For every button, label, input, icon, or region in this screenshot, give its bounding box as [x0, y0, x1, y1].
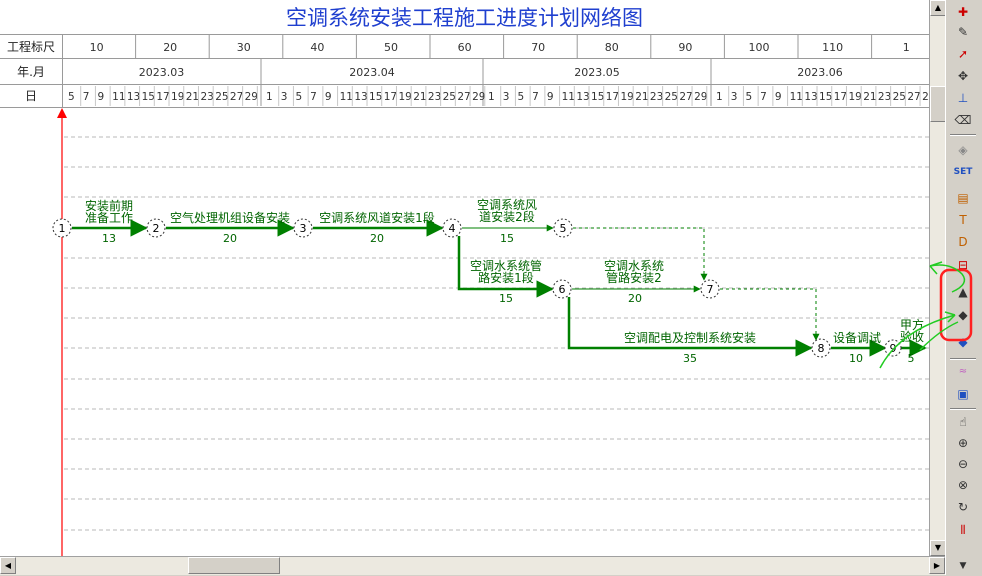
- node-7-label: 7: [707, 283, 714, 296]
- horizontal-scroll-thumb[interactable]: [188, 557, 280, 574]
- set-icon[interactable]: SET: [952, 162, 974, 182]
- date-icon[interactable]: D: [952, 232, 974, 252]
- move-icon[interactable]: ✥: [952, 66, 974, 86]
- network-chart-canvas[interactable]: 空调系统安装工程施工进度计划网络图 工程标尺 年.月 日 10 20 30 40 50 6…: [0, 0, 929, 556]
- refresh-icon[interactable]: ↻: [952, 497, 974, 517]
- activity-6-duration: 20: [628, 292, 642, 305]
- activity-6-name: 空调水系统管路安装2: [604, 259, 664, 285]
- zoom-fit-icon[interactable]: ⊗: [952, 475, 974, 495]
- add-node-icon[interactable]: ✚: [952, 2, 974, 22]
- activity-5-duration: 15: [499, 292, 513, 305]
- node-8-label: 8: [818, 342, 825, 355]
- node-6-label: 6: [559, 283, 566, 296]
- vertical-scrollbar[interactable]: ▲ ▼: [929, 0, 946, 556]
- today-line-arrow: [57, 108, 67, 118]
- zoom-in-icon[interactable]: ⊕: [952, 433, 974, 453]
- clear-icon[interactable]: ◈: [952, 140, 974, 160]
- network-diagram: 1 2 3 4 5 6 7 8 9 安装前期准备工作 空气处理机组设备安装 空调…: [52, 108, 927, 556]
- node-8[interactable]: 8: [811, 338, 831, 358]
- activity-1-duration: 13: [102, 232, 116, 245]
- scroll-right-arrow-icon[interactable]: ▶: [929, 557, 945, 574]
- activity-3-name: 空调系统风道安装1段: [319, 210, 435, 225]
- edit-icon[interactable]: ✎: [952, 22, 974, 42]
- activity-8-name: 设备调试: [833, 330, 881, 345]
- vertical-scroll-thumb[interactable]: [930, 86, 946, 122]
- activity-9-duration: 5: [908, 352, 915, 365]
- link-icon[interactable]: ≈: [952, 362, 974, 382]
- toolbar-separator: [950, 358, 976, 360]
- toolbar-separator: [950, 408, 976, 410]
- node-4-label: 4: [449, 222, 456, 235]
- node-2-label: 2: [153, 222, 160, 235]
- activity-4-duration: 15: [500, 232, 514, 245]
- color-icon[interactable]: ◆: [952, 332, 974, 352]
- text-icon[interactable]: T: [952, 210, 974, 230]
- node-9-label: 9: [890, 342, 897, 355]
- node-6[interactable]: 6: [552, 279, 572, 299]
- node-3[interactable]: 3: [293, 218, 313, 238]
- activity-5-name: 空调水系统管路安装1段: [470, 258, 542, 285]
- activity-2-duration: 20: [223, 232, 237, 245]
- activity-2-name: 空气处理机组设备安装: [170, 210, 290, 225]
- activity-7-name: 空调配电及控制系统安装: [624, 330, 756, 345]
- node-5[interactable]: 5: [553, 218, 573, 238]
- eraser-icon[interactable]: ⌫: [952, 110, 974, 130]
- pointer-icon[interactable]: ➚: [952, 44, 974, 64]
- scroll-left-arrow-icon[interactable]: ◀: [0, 557, 16, 574]
- toolbar-separator: [950, 134, 976, 136]
- node-2[interactable]: 2: [146, 218, 166, 238]
- baseline-icon[interactable]: ⊟: [952, 255, 974, 275]
- align-icon[interactable]: ⊥: [952, 88, 974, 108]
- activity-1-name: 安装前期准备工作: [85, 198, 133, 225]
- node-4[interactable]: 4: [442, 218, 462, 238]
- node-7[interactable]: 7: [700, 279, 720, 299]
- node-9[interactable]: 9: [884, 339, 902, 357]
- layer-up-icon[interactable]: ▲: [952, 282, 974, 302]
- activity-3-duration: 20: [370, 232, 384, 245]
- chart-icon[interactable]: ▤: [952, 188, 974, 208]
- node-1[interactable]: 1: [52, 218, 72, 238]
- drawing-toolbar: ✚ ✎ ➚ ✥ ⊥ ⌫ ◈ SET ▤ T D ⊟ ▲ ◆ ◆ ≈ ▣ ☝ ⊕ …: [945, 0, 982, 575]
- print-preview-icon[interactable]: ▣: [952, 384, 974, 404]
- split-icon[interactable]: ⫴: [952, 520, 974, 540]
- zoom-out-icon[interactable]: ⊖: [952, 454, 974, 474]
- activity-4-name: 空调系统风道安装2段: [477, 198, 537, 224]
- node-3-label: 3: [300, 222, 307, 235]
- toolbar-more-icon[interactable]: ▼: [952, 556, 974, 576]
- layer-down-icon[interactable]: ◆: [952, 305, 974, 325]
- activity-9-name: 甲方验收: [900, 317, 924, 344]
- node-5-label: 5: [560, 222, 567, 235]
- scroll-up-arrow-icon[interactable]: ▲: [930, 0, 946, 16]
- activity-7-duration: 35: [683, 352, 697, 365]
- activity-8-duration: 10: [849, 352, 863, 365]
- zoom-pan-icon[interactable]: ☝: [952, 412, 974, 432]
- scroll-down-arrow-icon[interactable]: ▼: [930, 540, 946, 556]
- horizontal-scrollbar[interactable]: ◀ ▶: [0, 556, 945, 575]
- node-1-label: 1: [59, 222, 66, 235]
